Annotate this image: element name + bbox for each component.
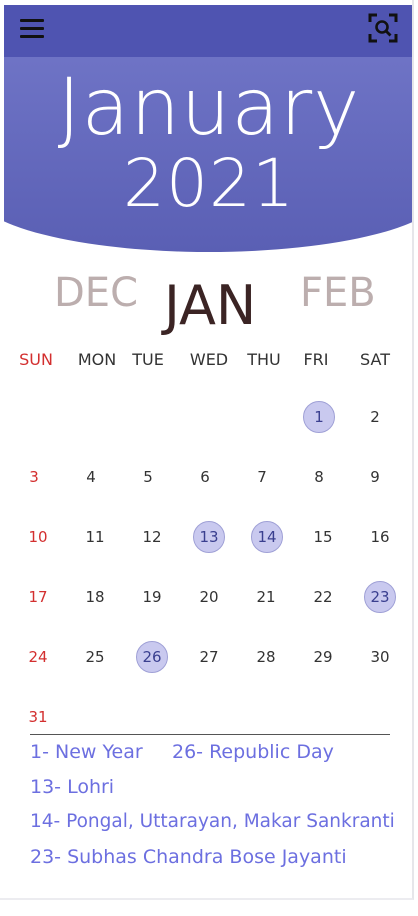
- calendar-header: January 2021: [4, 5, 412, 255]
- day-cell[interactable]: 20: [193, 581, 225, 613]
- scan-search-icon[interactable]: [366, 11, 400, 45]
- day-cell[interactable]: 27: [193, 641, 225, 673]
- day-cell[interactable]: 16: [364, 521, 396, 553]
- weekday-tue: TUE: [132, 350, 164, 369]
- holiday-item: 26- Republic Day: [172, 741, 334, 763]
- holiday-item: 23- Subhas Chandra Bose Jayanti: [30, 846, 347, 868]
- day-cell[interactable]: 22: [307, 581, 339, 613]
- day-cell[interactable]: 17: [22, 581, 54, 613]
- weekday-wed: WED: [189, 350, 229, 369]
- prev-month-button[interactable]: DEC: [54, 270, 138, 316]
- day-cell[interactable]: 4: [75, 461, 107, 493]
- day-cell[interactable]: 30: [364, 641, 396, 673]
- day-cell[interactable]: 5: [132, 461, 164, 493]
- holiday-divider: [30, 734, 390, 735]
- weekday-sun: SUN: [19, 350, 53, 369]
- day-cell[interactable]: 13: [193, 521, 225, 553]
- day-cell[interactable]: 7: [246, 461, 278, 493]
- top-app-bar: [4, 5, 412, 57]
- day-cell[interactable]: 2: [359, 401, 391, 433]
- day-cell[interactable]: 14: [251, 521, 283, 553]
- app-screen: January 2021 DEC JAN FEB SUN MON TUE WED…: [0, 0, 414, 900]
- day-cell[interactable]: 21: [250, 581, 282, 613]
- day-cell[interactable]: 1: [303, 401, 335, 433]
- day-cell[interactable]: 9: [359, 461, 391, 493]
- holiday-item: 1- New Year: [30, 741, 143, 763]
- day-cell[interactable]: 23: [364, 581, 396, 613]
- holiday-item: 13- Lohri: [30, 776, 115, 798]
- weekday-fri: FRI: [303, 350, 329, 369]
- weekday-thu: THU: [247, 350, 281, 369]
- holiday-item: 14- Pongal, Uttarayan, Makar Sankranti: [30, 811, 395, 832]
- day-cell[interactable]: 6: [189, 461, 221, 493]
- current-month-label: JAN: [164, 274, 257, 337]
- weekday-mon: MON: [77, 350, 117, 369]
- day-cell[interactable]: 24: [22, 641, 54, 673]
- day-cell[interactable]: 3: [18, 461, 50, 493]
- day-cell[interactable]: 28: [250, 641, 282, 673]
- day-cell[interactable]: 25: [79, 641, 111, 673]
- month-switcher: DEC JAN FEB: [0, 268, 412, 338]
- day-cell[interactable]: 12: [136, 521, 168, 553]
- day-cell[interactable]: 26: [136, 641, 168, 673]
- header-month: January: [57, 63, 361, 153]
- day-cell[interactable]: 15: [307, 521, 339, 553]
- weekday-sat: SAT: [360, 350, 390, 369]
- hamburger-menu-icon[interactable]: [20, 17, 46, 41]
- day-cell[interactable]: 11: [79, 521, 111, 553]
- header-year: 2021: [123, 145, 295, 222]
- day-cell[interactable]: 31: [22, 701, 54, 733]
- day-cell[interactable]: 18: [79, 581, 111, 613]
- next-month-button[interactable]: FEB: [300, 270, 376, 316]
- day-cell[interactable]: 29: [307, 641, 339, 673]
- day-cell[interactable]: 10: [22, 521, 54, 553]
- day-cell[interactable]: 19: [136, 581, 168, 613]
- day-cell[interactable]: 8: [303, 461, 335, 493]
